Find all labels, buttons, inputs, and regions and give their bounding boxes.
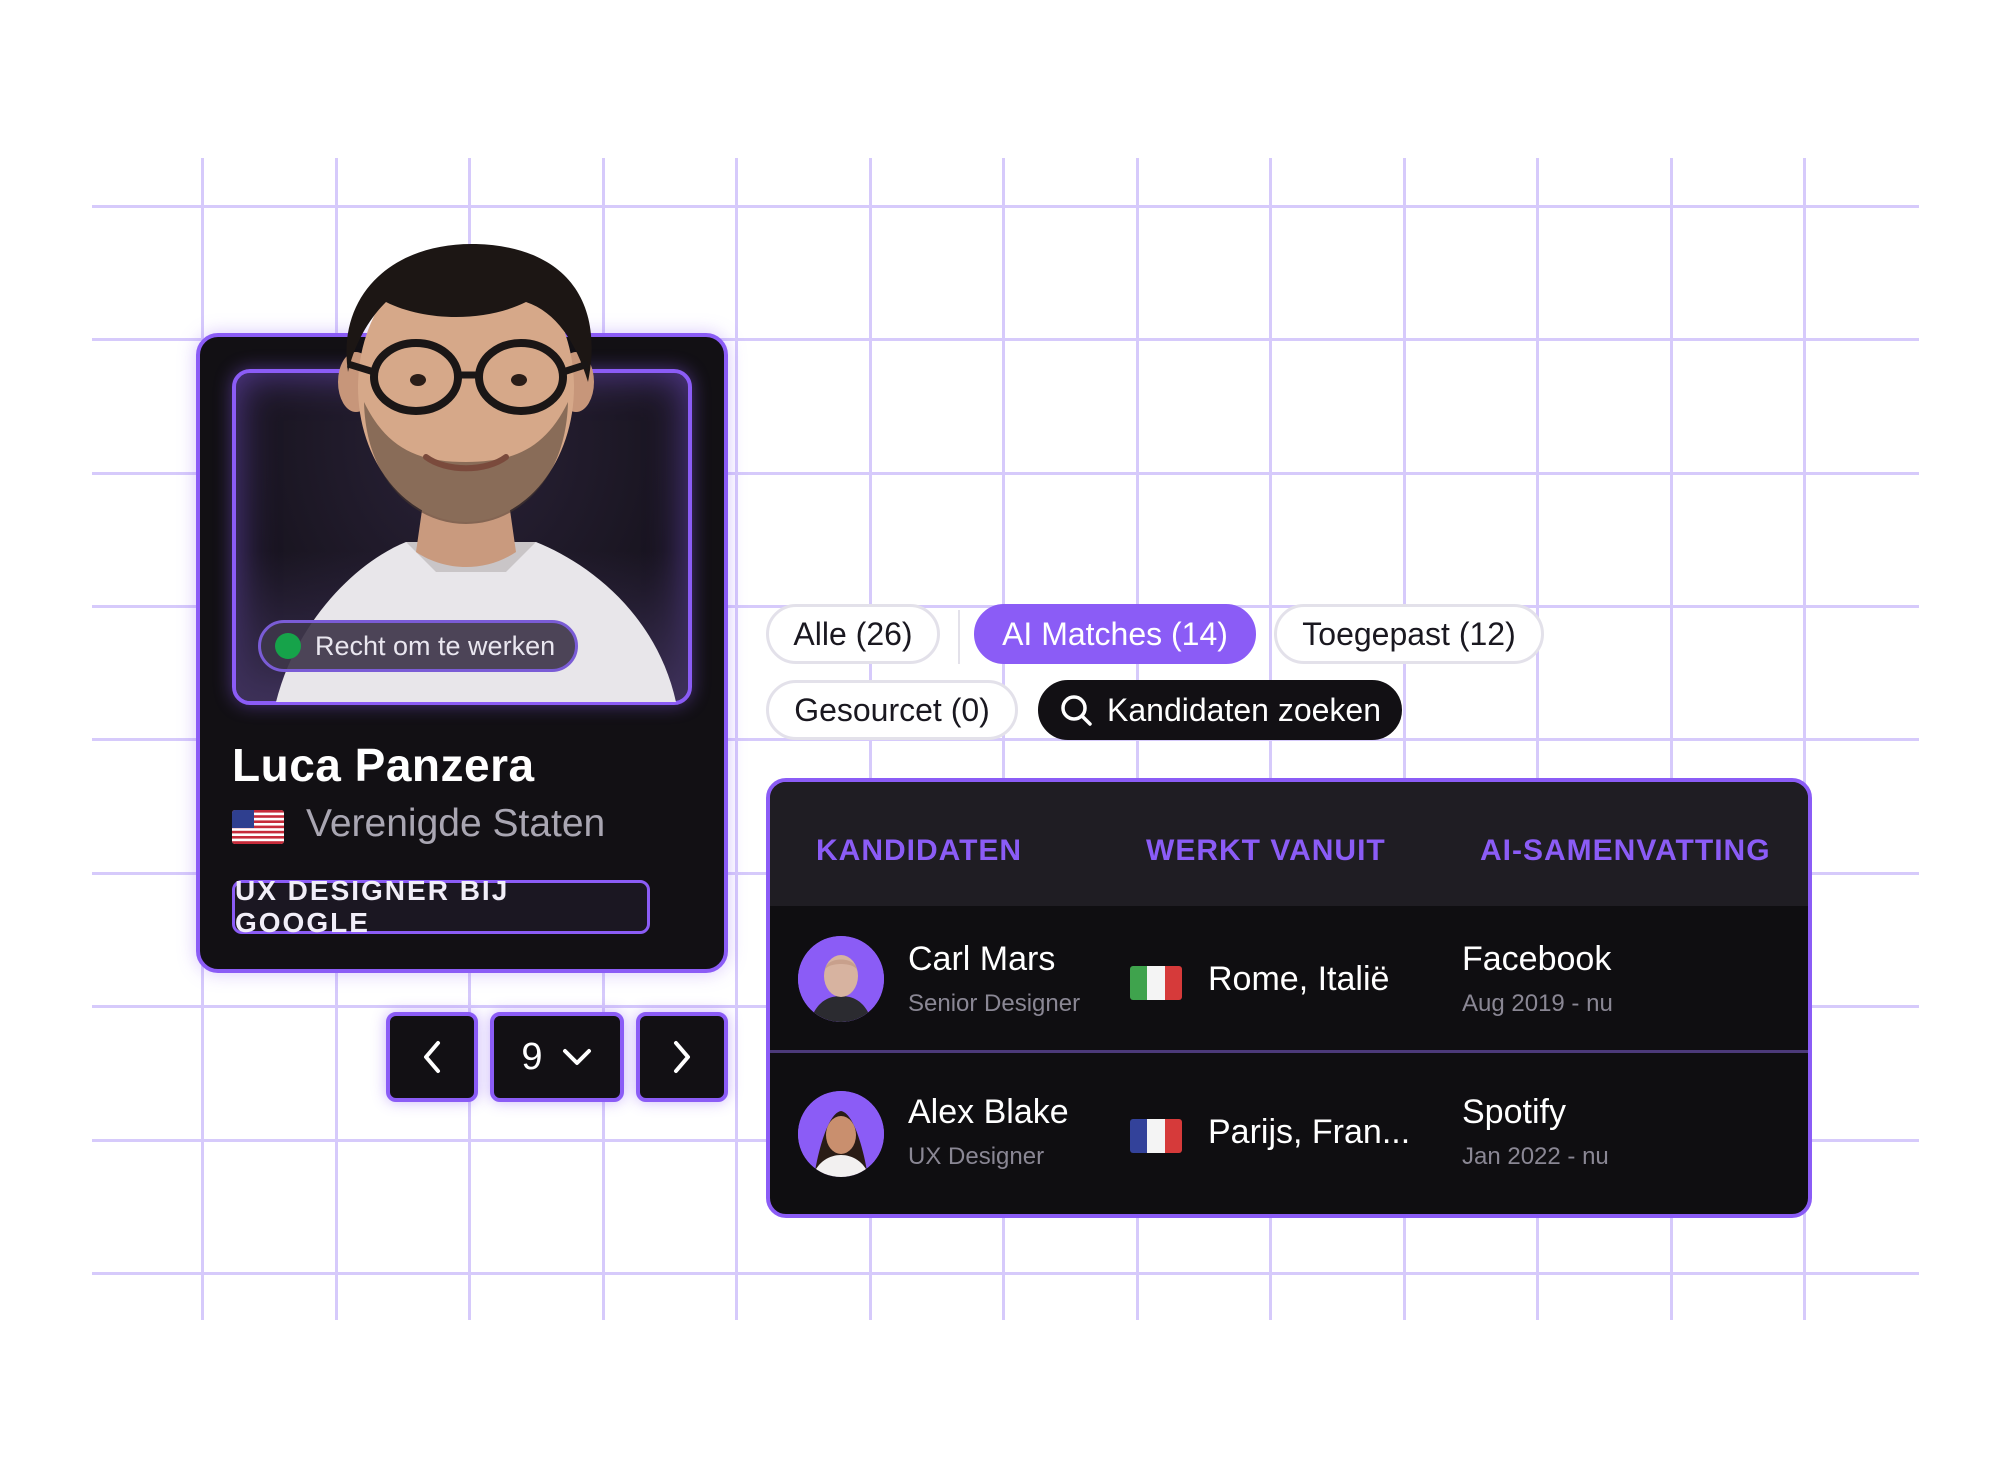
candidate-location: Parijs, Fran...	[1208, 1113, 1411, 1151]
column-header-candidates[interactable]: KANDIDATEN	[816, 834, 1022, 868]
candidate-period: Jan 2022 - nu	[1462, 1143, 1609, 1170]
chevron-left-icon	[424, 1041, 440, 1073]
usa-flag-icon	[232, 810, 284, 844]
search-icon	[1061, 695, 1092, 726]
candidate-name[interactable]: Carl Mars	[908, 940, 1055, 979]
search-candidates-button[interactable]: Kandidaten zoeken	[1038, 680, 1402, 740]
filter-sourced[interactable]: Gesourcet (0)	[766, 680, 1018, 740]
work-permit-badge: Recht om te werken	[258, 620, 578, 672]
chip-divider	[958, 610, 960, 664]
grid-line	[92, 1272, 1919, 1275]
filter-applied[interactable]: Toegepast (12)	[1274, 604, 1544, 664]
candidate-role: UX Designer	[908, 1143, 1045, 1170]
previous-button[interactable]	[386, 1012, 478, 1102]
candidate-company: Spotify	[1462, 1093, 1566, 1131]
candidate-location: Rome, Italië	[1208, 960, 1390, 998]
filter-ai-matches[interactable]: AI Matches (14)	[974, 604, 1256, 664]
candidate-role: Senior Designer	[908, 990, 1081, 1017]
france-flag-icon	[1130, 1119, 1182, 1153]
avatar	[798, 1091, 884, 1177]
work-permit-label: Recht om te werken	[315, 630, 556, 661]
column-header-location[interactable]: WERKT VANUIT	[1146, 834, 1386, 868]
column-header-ai-summary[interactable]: AI-SAMENVATTING	[1480, 834, 1771, 868]
candidate-name: Luca Panzera	[232, 739, 535, 791]
grid-line	[92, 205, 1919, 208]
page-number: 9	[521, 1035, 543, 1078]
next-button[interactable]	[636, 1012, 728, 1102]
candidate-country: Verenigde Staten	[306, 802, 606, 845]
table-row[interactable]: Carl Mars Senior Designer Rome, Italië F…	[770, 906, 1808, 1050]
italy-flag-icon	[1130, 966, 1182, 1000]
search-candidates-label: Kandidaten zoeken	[1107, 691, 1381, 728]
chevron-down-icon	[562, 1049, 591, 1065]
candidate-period: Aug 2019 - nu	[1462, 990, 1613, 1017]
candidate-name[interactable]: Alex Blake	[908, 1093, 1069, 1132]
chevron-right-icon	[674, 1041, 690, 1073]
page-select[interactable]: 9	[490, 1012, 624, 1102]
candidate-company: Facebook	[1462, 940, 1612, 978]
table-row[interactable]: Alex Blake UX Designer Parijs, Fran... S…	[770, 1053, 1808, 1214]
filter-all[interactable]: Alle (26)	[766, 604, 940, 664]
grid-line	[735, 158, 738, 1320]
job-title-badge: UX DESIGNER BIJ GOOGLE	[232, 875, 650, 938]
candidates-table: KANDIDATEN WERKT VANUIT AI-SAMENVATTING …	[766, 778, 1812, 1218]
table-header: KANDIDATEN WERKT VANUIT AI-SAMENVATTING	[770, 782, 1808, 906]
status-dot-icon	[275, 633, 301, 659]
avatar	[798, 936, 884, 1022]
